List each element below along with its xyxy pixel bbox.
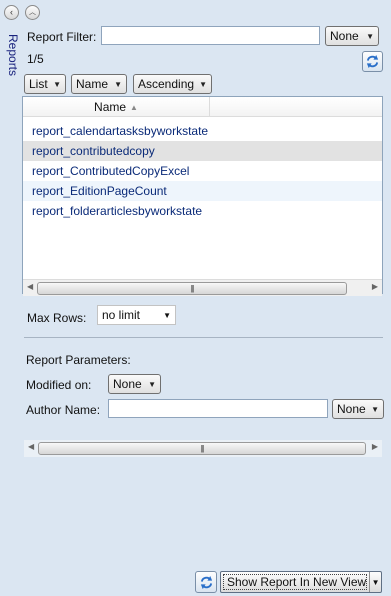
author-name-label: Author Name: <box>26 403 101 417</box>
chevron-down-icon: ▼ <box>366 31 374 41</box>
report-parameters-heading: Report Parameters: <box>26 353 131 367</box>
chevron-down-icon: ▼ <box>199 79 207 89</box>
author-name-mode-dropdown[interactable]: None ▼ <box>332 399 384 419</box>
view-mode-dropdown[interactable]: List ▼ <box>24 74 66 94</box>
author-name-input[interactable] <box>108 399 328 418</box>
back-icon[interactable]: ‹ <box>4 5 19 20</box>
list-item[interactable]: report_calendartasksbyworkstate <box>23 121 382 141</box>
report-filter-mode-dropdown[interactable]: None ▼ <box>325 26 379 46</box>
chevron-down-icon[interactable]: ▼ <box>369 572 381 592</box>
chevron-down-icon: ▼ <box>114 79 122 89</box>
modified-on-dropdown[interactable]: None ▼ <box>108 374 161 394</box>
list-horizontal-scrollbar[interactable]: ◀ ||| ▶ <box>23 279 382 296</box>
list-item[interactable]: report_EditionPageCount <box>23 181 382 201</box>
sort-field-dropdown[interactable]: Name ▼ <box>71 74 127 94</box>
max-rows-dropdown[interactable]: no limit ▼ <box>97 305 176 325</box>
chevron-down-icon: ▼ <box>371 404 379 414</box>
refresh-button[interactable] <box>362 51 383 72</box>
chevron-down-icon: ▼ <box>163 310 171 320</box>
max-rows-label: Max Rows: <box>27 311 87 325</box>
report-list[interactable]: Name ▲ report_calendartasksbyworkstate r… <box>22 96 383 294</box>
refresh-icon <box>200 575 212 589</box>
run-report-button[interactable] <box>195 571 217 593</box>
list-item[interactable]: report_folderarticlesbyworkstate <box>23 201 382 221</box>
list-item[interactable]: report_ContributedCopyExcel <box>23 161 382 181</box>
sort-ascending-icon: ▲ <box>130 102 138 112</box>
column-header-name[interactable]: Name ▲ <box>23 97 210 117</box>
collapse-up-icon[interactable]: ︿ <box>25 5 40 20</box>
modified-on-label: Modified on: <box>26 378 92 392</box>
show-report-in-new-view-button[interactable]: Show Report In New View <box>223 574 368 590</box>
scroll-left-icon[interactable]: ◀ <box>28 442 34 451</box>
chevron-down-icon: ▼ <box>53 79 61 89</box>
scrollbar-thumb[interactable]: ||| <box>37 282 347 295</box>
refresh-icon <box>366 54 379 69</box>
chevron-down-icon: ▼ <box>148 379 156 389</box>
list-item-selected[interactable]: report_contributedcopy <box>23 141 382 161</box>
scroll-right-icon[interactable]: ▶ <box>372 282 378 291</box>
reports-side-tab[interactable]: Reports <box>6 34 20 76</box>
scroll-left-icon[interactable]: ◀ <box>27 282 33 291</box>
show-report-split-button[interactable]: Show Report In New View ▼ <box>220 571 382 593</box>
parameters-horizontal-scrollbar[interactable]: ◀ ||| ▶ <box>24 440 382 457</box>
report-filter-input[interactable] <box>101 26 320 45</box>
reports-side-tab-label: Reports <box>6 34 20 77</box>
report-filter-label: Report Filter: <box>27 30 97 44</box>
section-divider <box>24 337 383 338</box>
list-header: Name ▲ <box>23 97 382 117</box>
scrollbar-thumb[interactable]: ||| <box>38 442 366 455</box>
result-count: 1/5 <box>27 52 44 66</box>
sort-order-dropdown[interactable]: Ascending ▼ <box>133 74 212 94</box>
scroll-right-icon[interactable]: ▶ <box>372 442 378 451</box>
